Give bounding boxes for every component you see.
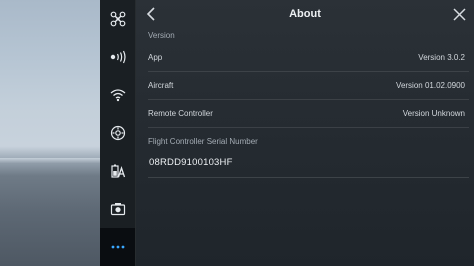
aircraft-signal-icon	[110, 50, 126, 64]
wifi-icon	[110, 89, 125, 102]
sidebar-item-aircraft[interactable]	[100, 0, 135, 38]
row-value: Version 01.02.0900	[396, 81, 465, 90]
sidebar-item-more[interactable]	[100, 228, 135, 266]
close-icon	[452, 7, 466, 21]
panel-header: About	[136, 0, 474, 28]
divider	[148, 177, 469, 178]
gimbal-joystick-icon	[110, 125, 125, 141]
sidebar-item-signal[interactable]	[100, 38, 135, 76]
sidebar-item-wifi[interactable]	[100, 76, 135, 114]
sidebar-item-gimbal[interactable]	[100, 114, 135, 152]
drone-icon	[110, 11, 125, 27]
app-screen: About Version App Version 3.0.2 Aircraft…	[0, 0, 474, 266]
version-row-remote-controller: Remote Controller Version Unknown	[148, 99, 469, 128]
horizon	[0, 158, 100, 164]
row-label: App	[148, 53, 163, 62]
more-icon	[111, 245, 124, 249]
page-title: About	[289, 8, 321, 20]
sidebar-item-camera[interactable]	[100, 190, 135, 228]
serial-section-label: Flight Controller Serial Number	[148, 137, 258, 146]
row-value: Version 3.0.2	[418, 53, 465, 62]
row-label: Remote Controller	[148, 109, 213, 118]
close-button[interactable]	[450, 5, 468, 23]
serial-number-value: 08RDD9100103HF	[149, 157, 233, 168]
camera-live-view	[0, 0, 100, 266]
version-section-label: Version	[148, 31, 175, 40]
settings-sidebar	[100, 0, 136, 266]
row-label: Aircraft	[148, 81, 174, 90]
about-panel: About Version App Version 3.0.2 Aircraft…	[136, 0, 474, 266]
row-value: Version Unknown	[402, 109, 465, 118]
sidebar-item-battery[interactable]	[100, 152, 135, 190]
camera-icon	[110, 203, 125, 216]
version-row-app: App Version 3.0.2	[148, 43, 469, 72]
version-row-aircraft: Aircraft Version 01.02.0900	[148, 71, 469, 100]
battery-auto-icon	[110, 164, 125, 178]
